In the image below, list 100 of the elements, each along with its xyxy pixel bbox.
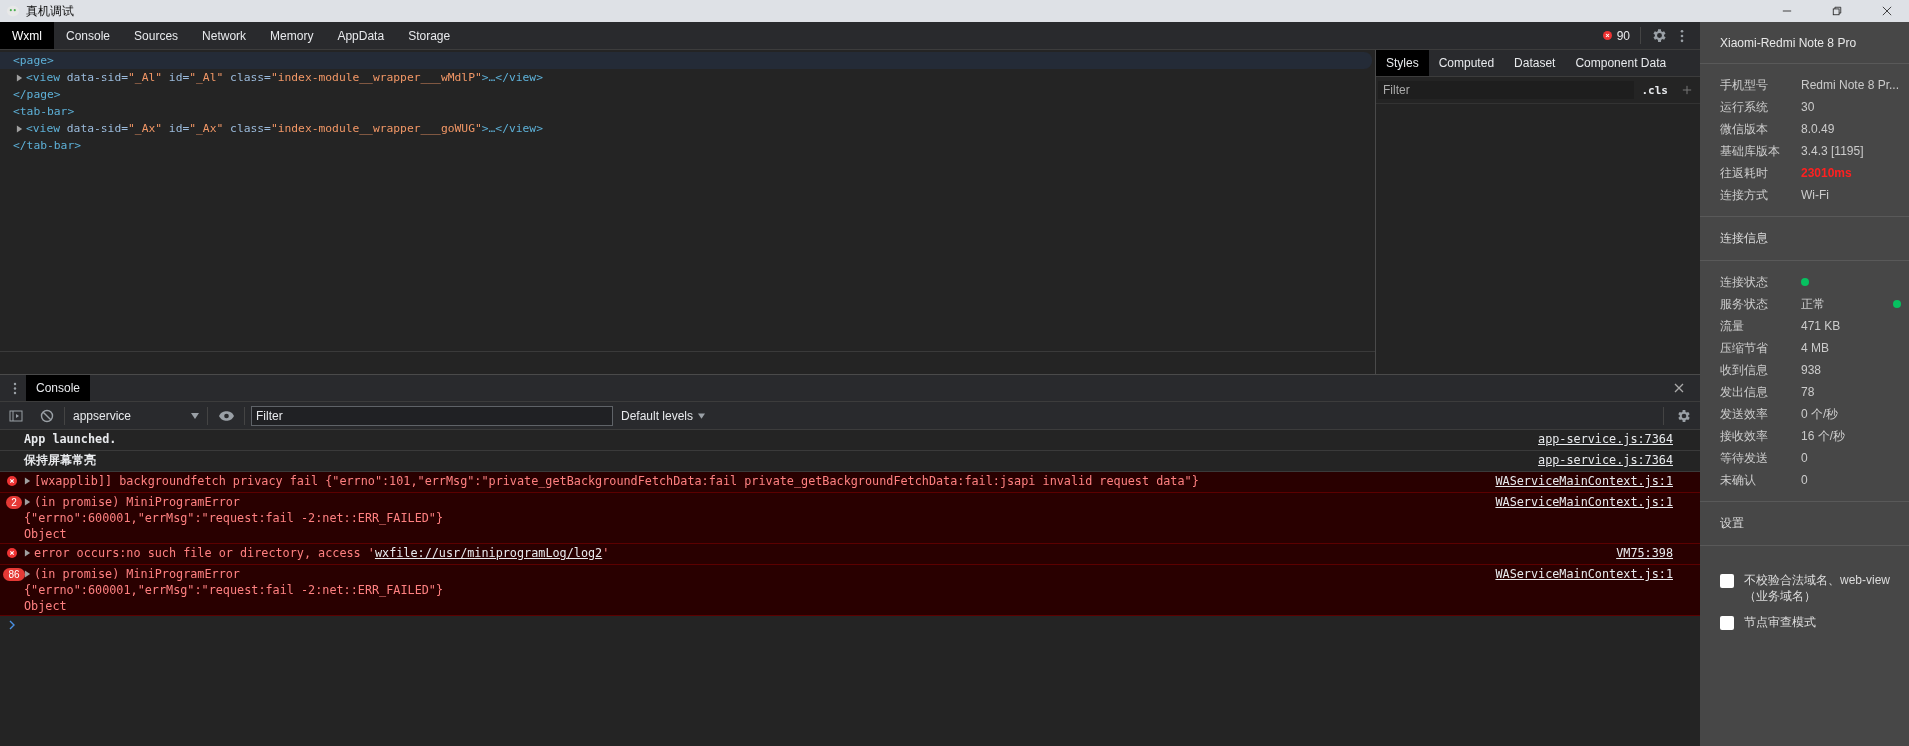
console-message: [wxapplib]] backgroundfetch privacy fail {"errno":101,"errMsg":"private_getBackgroundFetchData:fail private_getBackgroundFetchData:fail:jsapi invalid request data"} — [34, 473, 1199, 489]
file-link[interactable]: wxfile://usr/miniprogramLog/log2 — [374, 546, 603, 560]
wxml-node[interactable]: <tab-bar> — [0, 103, 1375, 120]
error-icon — [7, 548, 17, 558]
info-label: 未确认 — [1720, 471, 1757, 489]
caret-icon — [698, 412, 706, 419]
console-message: (in promise) MiniProgramError — [34, 566, 240, 582]
error-icon — [7, 476, 17, 486]
drawer-tab[interactable]: Console — [26, 375, 91, 401]
eye-icon[interactable] — [219, 410, 234, 421]
info-label: 收到信息 — [1720, 361, 1769, 379]
panel-tab[interactable]: Storage — [396, 22, 463, 49]
expand-arrow-icon[interactable] — [24, 570, 31, 578]
panel-tab[interactable]: Network — [190, 22, 259, 49]
more-menu-icon[interactable] — [13, 381, 17, 395]
info-label: 流量 — [1720, 317, 1745, 335]
source-link[interactable]: app-service.js:7364 — [1538, 431, 1673, 447]
console-message: Object — [24, 598, 67, 614]
expand-arrow-icon[interactable] — [16, 124, 23, 133]
sidebar-toggle-icon[interactable] — [9, 408, 23, 423]
wxml-node[interactable]: </page> — [0, 86, 1375, 103]
styles-tab[interactable]: Styles — [1376, 50, 1429, 76]
console-filter-field[interactable]: Filter — [251, 405, 613, 426]
info-value: Wi-Fi — [1801, 188, 1829, 202]
wxml-node[interactable]: <view data-sid="_Ax" id="_Ax" class="index-module__wrapper___goWUG">…</view> — [26, 120, 543, 137]
settings-icon[interactable] — [1651, 27, 1668, 44]
source-link[interactable]: WAServiceMainContext.js:1 — [1495, 566, 1673, 582]
expand-arrow-icon[interactable] — [16, 73, 23, 82]
error-count[interactable]: 90 — [1616, 28, 1630, 43]
repeat-count-badge: 86 — [3, 568, 25, 581]
console-message: error occurs:no such file or directory, access 'wxfile://usr/miniprogramLog/log2' — [34, 545, 610, 561]
close-icon[interactable] — [1674, 383, 1684, 393]
console-message: Object — [24, 526, 67, 542]
wxml-node[interactable]: <page> — [0, 52, 1372, 69]
section-title: 连接信息 — [1700, 217, 1909, 261]
info-value: 16 个/秒 — [1801, 427, 1845, 445]
checkbox-label[interactable]: 不校验合法域名、web-view（业务域名） — [1744, 572, 1894, 604]
restore-icon[interactable] — [1832, 6, 1842, 16]
info-label: 等待发送 — [1720, 449, 1769, 467]
info-label: 发出信息 — [1720, 383, 1769, 401]
styles-tab[interactable]: Computed — [1428, 50, 1505, 76]
add-icon[interactable] — [1682, 85, 1692, 95]
info-value: 3.4.3 [1195] — [1801, 144, 1864, 158]
info-value: Redmi Note 8 Pr... — [1801, 78, 1900, 92]
info-label: 连接方式 — [1720, 186, 1769, 204]
error-icon — [1602, 31, 1612, 40]
wxml-node[interactable]: <view data-sid="_Al" id="_Al" class="index-module__wrapper___wMdlP">…</view> — [26, 69, 543, 86]
info-value: 0 — [1801, 451, 1808, 465]
info-value: 正常 — [1801, 295, 1825, 313]
more-menu-icon[interactable] — [1680, 28, 1684, 43]
repeat-count-badge: 2 — [6, 496, 22, 509]
panel-tab[interactable]: Console — [54, 22, 123, 49]
info-label: 往返耗时 — [1720, 164, 1769, 182]
app-logo-icon — [6, 4, 20, 18]
info-label: 手机型号 — [1720, 76, 1769, 94]
source-link[interactable]: VM75:398 — [1616, 545, 1673, 561]
styles-filter-field[interactable]: Filter — [1378, 81, 1634, 99]
console-message: {"errno":600001,"errMsg":"request:fail -2:net::ERR_FAILED"} — [24, 582, 444, 598]
panel-tab[interactable]: Sources — [122, 22, 191, 49]
prompt-chevron-icon — [9, 620, 15, 630]
info-label: 服务状态 — [1720, 295, 1769, 313]
source-link[interactable]: WAServiceMainContext.js:1 — [1495, 473, 1673, 489]
info-value: 0 — [1801, 473, 1808, 487]
expand-arrow-icon[interactable] — [24, 549, 31, 557]
panel-tab[interactable]: Wxml — [0, 22, 54, 49]
info-value: 78 — [1801, 385, 1815, 399]
checkbox[interactable] — [1720, 616, 1734, 630]
info-value: 8.0.49 — [1801, 122, 1835, 136]
expand-arrow-icon[interactable] — [24, 477, 31, 485]
styles-tab[interactable]: Component Data — [1565, 50, 1677, 76]
cls-button[interactable]: .cls — [1633, 83, 1676, 97]
caret-icon — [191, 412, 199, 419]
info-label: 基础库版本 — [1720, 142, 1781, 160]
log-levels-dropdown[interactable]: Default levels — [613, 408, 714, 423]
clear-console-icon[interactable] — [40, 408, 54, 423]
info-value: 4 MB — [1801, 341, 1829, 355]
console-message: 保持屏幕常亮 — [24, 452, 96, 468]
panel-tab[interactable]: AppData — [325, 22, 397, 49]
window-title: 真机调试 — [26, 2, 74, 20]
info-label: 发送效率 — [1720, 405, 1769, 423]
device-name: Xiaomi-Redmi Note 8 Pro — [1700, 22, 1909, 64]
info-value: 30 — [1801, 100, 1815, 114]
source-link[interactable]: app-service.js:7364 — [1538, 452, 1673, 468]
checkbox[interactable] — [1720, 574, 1734, 588]
info-label: 微信版本 — [1720, 120, 1769, 138]
source-link[interactable]: WAServiceMainContext.js:1 — [1495, 494, 1673, 510]
expand-arrow-icon[interactable] — [24, 498, 31, 506]
info-label: 压缩节省 — [1720, 339, 1769, 357]
console-message: App launched. — [24, 431, 117, 447]
close-icon[interactable] — [1882, 6, 1892, 16]
settings-icon[interactable] — [1676, 407, 1692, 424]
info-label: 运行系统 — [1720, 98, 1769, 116]
checkbox-label[interactable]: 节点审查模式 — [1744, 614, 1894, 630]
info-value: 0 个/秒 — [1801, 405, 1839, 423]
info-label: 连接状态 — [1720, 273, 1769, 291]
context-select[interactable]: appservice — [67, 408, 205, 423]
styles-tab[interactable]: Dataset — [1504, 50, 1566, 76]
info-value: 471 KB — [1801, 319, 1841, 333]
wxml-node[interactable]: </tab-bar> — [0, 137, 1375, 154]
panel-tab[interactable]: Memory — [258, 22, 326, 49]
